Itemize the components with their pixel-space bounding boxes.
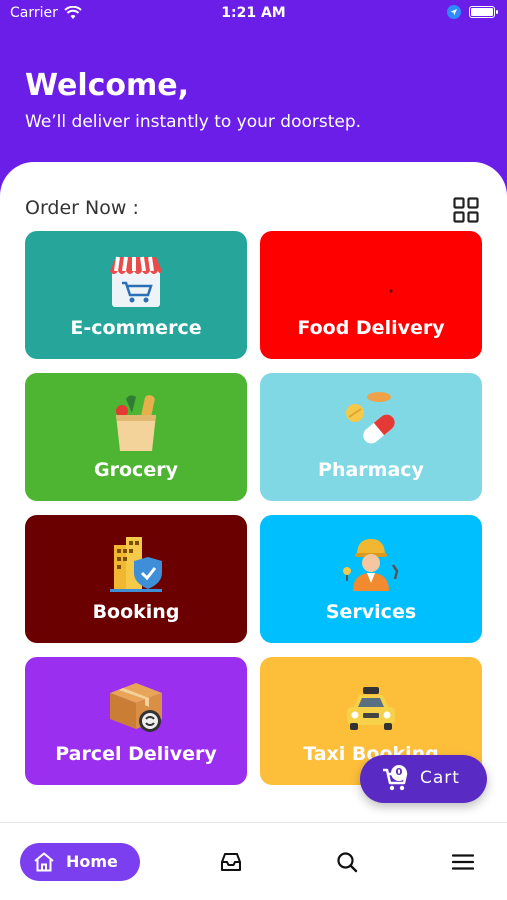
cart-label: Cart bbox=[420, 768, 460, 788]
inbox-icon[interactable] bbox=[220, 851, 242, 873]
welcome-subtitle: We’ll deliver instantly to your doorstep… bbox=[25, 112, 362, 132]
grocery-bag-icon bbox=[116, 395, 156, 451]
order-now-label: Order Now : bbox=[25, 197, 139, 219]
home-icon bbox=[34, 852, 54, 872]
tile-food-delivery[interactable]: Food Delivery bbox=[260, 231, 482, 359]
tile-label: E-commerce bbox=[70, 317, 202, 339]
tile-label: Parcel Delivery bbox=[55, 743, 217, 765]
taxi-icon bbox=[347, 687, 395, 730]
pills-icon bbox=[346, 392, 395, 444]
food-icon bbox=[389, 289, 393, 293]
cart-button[interactable]: 0 Cart bbox=[360, 755, 487, 803]
tile-services[interactable]: Services bbox=[260, 515, 482, 643]
tile-label: Booking bbox=[92, 601, 180, 623]
tile-ecommerce[interactable]: E-commerce bbox=[25, 231, 247, 359]
tile-pharmacy[interactable]: Pharmacy bbox=[260, 373, 482, 501]
parcel-box-icon bbox=[110, 683, 162, 732]
welcome-title: Welcome, bbox=[25, 68, 190, 103]
status-time: 1:21 AM bbox=[221, 5, 286, 21]
grid-view-icon[interactable] bbox=[453, 197, 479, 223]
tile-label: Grocery bbox=[94, 459, 178, 481]
tile-parcel-delivery[interactable]: Parcel Delivery bbox=[25, 657, 247, 785]
nav-home-button[interactable]: Home bbox=[20, 843, 140, 881]
tile-label: Food Delivery bbox=[297, 317, 445, 339]
tile-booking[interactable]: Booking bbox=[25, 515, 247, 643]
menu-icon[interactable] bbox=[452, 851, 474, 873]
building-shield-icon bbox=[110, 537, 162, 592]
tile-label: Pharmacy bbox=[318, 459, 424, 481]
tile-grocery[interactable]: Grocery bbox=[25, 373, 247, 501]
shop-icon bbox=[110, 256, 162, 307]
status-right bbox=[447, 5, 498, 19]
search-icon[interactable] bbox=[336, 851, 358, 873]
cart-count-badge: 0 bbox=[391, 765, 407, 781]
battery-icon bbox=[469, 6, 498, 18]
worker-icon bbox=[343, 539, 399, 591]
bottom-navigation: Home bbox=[0, 822, 507, 900]
status-bar: Carrier 1:21 AM bbox=[0, 0, 507, 28]
nav-home-label: Home bbox=[66, 852, 118, 871]
location-arrow-icon bbox=[447, 5, 461, 19]
tile-label: Services bbox=[325, 601, 417, 623]
